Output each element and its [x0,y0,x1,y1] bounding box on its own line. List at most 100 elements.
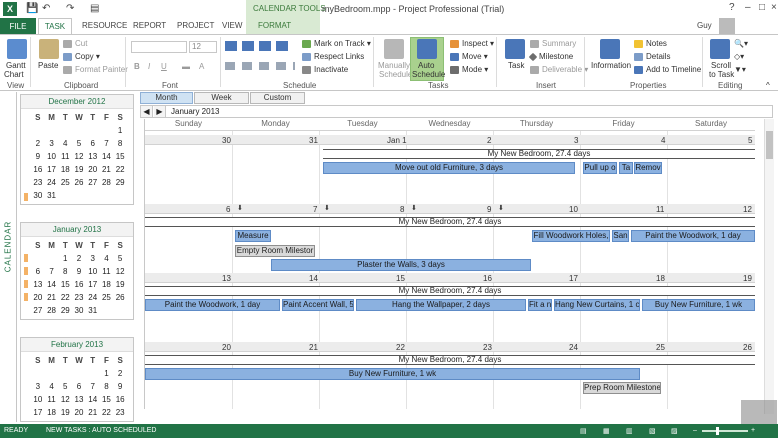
summary-button[interactable]: Summary [530,39,576,48]
clear-icon[interactable]: ◇▾ [734,52,744,61]
vertical-scrollbar[interactable] [764,119,774,414]
mini-calendar-day[interactable]: 21 [45,291,59,304]
mini-calendar-day[interactable]: 6 [86,137,100,150]
mini-calendar-day[interactable]: 4 [45,380,59,393]
collapse-ribbon-icon[interactable]: ^ [766,81,770,90]
scroll-to-task-button-line2[interactable]: to Task [709,70,734,79]
task-bar[interactable]: Buy New Furniture, 1 wk [145,368,640,380]
task-bar[interactable]: San [612,230,629,242]
mini-calendar-day[interactable]: 6 [72,380,86,393]
mini-calendar-day[interactable]: 20 [31,291,45,304]
mini-calendar-day[interactable]: 15 [100,393,114,406]
mini-calendar-day[interactable]: 29 [58,304,72,317]
mini-calendar-day[interactable]: 1 [58,252,72,265]
mini-calendar-day[interactable]: 26 [113,291,127,304]
app-icon[interactable]: X [3,2,17,16]
tab-project[interactable]: PROJECT [177,21,214,30]
gantt-chart-button[interactable]: Gantt [6,61,26,70]
mini-calendar-day[interactable]: 15 [58,278,72,291]
month-view-button[interactable]: Month [140,92,193,104]
mini-calendar-day[interactable]: 11 [100,265,114,278]
mini-calendar-day[interactable]: 22 [58,291,72,304]
details-button[interactable]: Details [634,52,670,61]
mini-calendar-day[interactable]: 12 [72,150,86,163]
mini-calendar-day[interactable]: 17 [86,278,100,291]
mini-calendar-day[interactable]: 17 [45,163,59,176]
tab-file[interactable]: FILE [0,18,36,35]
task-bar[interactable]: Move out old Furniture, 3 days [323,162,575,174]
copy-button[interactable]: Copy ▾ [63,52,100,61]
gantt-view-icon[interactable]: ▤ [580,427,587,435]
information-icon[interactable] [600,39,620,59]
mini-calendar-day[interactable]: 19 [72,163,86,176]
move-button[interactable]: Move ▾ [450,52,488,61]
mini-calendar-day[interactable]: 27 [31,304,45,317]
mini-calendar-day[interactable]: 29 [113,176,127,189]
mini-calendar-day[interactable]: 1 [113,124,127,137]
bold-button[interactable]: B [134,62,140,71]
fill-icon[interactable]: ▼▾ [734,65,746,74]
insert-task-icon[interactable] [505,39,525,59]
task-usage-icon[interactable]: ▦ [603,427,610,435]
font-size-combo[interactable]: 12 [189,41,217,53]
mini-calendar-day[interactable]: 2 [113,367,127,380]
mini-calendar-day[interactable]: 2 [31,137,45,150]
tab-view[interactable]: VIEW [222,21,242,30]
mini-calendar-day[interactable]: 31 [45,189,59,202]
font-name-combo[interactable] [131,41,187,53]
mini-calendar-day[interactable]: 25 [58,176,72,189]
mini-calendar-day[interactable]: 9 [72,265,86,278]
team-planner-icon[interactable]: ▥ [626,427,633,435]
mini-calendar-day[interactable]: 28 [100,176,114,189]
task-bar[interactable]: Measure [235,230,271,242]
link-unlink-buttons[interactable] [225,62,295,70]
mini-calendar-day[interactable]: 16 [113,393,127,406]
zoom-slider[interactable] [702,430,748,432]
mini-calendar-day[interactable]: 5 [72,137,86,150]
task-bar[interactable]: Ta [619,162,633,174]
mini-calendar-day[interactable]: 28 [45,304,59,317]
new-tasks-mode[interactable]: NEW TASKS : AUTO SCHEDULED [46,427,156,434]
scrollbar-thumb[interactable] [766,131,773,159]
next-month-button[interactable]: ▶ [154,106,166,117]
mini-calendar-day[interactable]: 12 [58,393,72,406]
mini-calendar-day[interactable]: 8 [113,137,127,150]
gantt-chart-icon[interactable] [7,39,27,59]
mini-calendar-day[interactable]: 4 [58,137,72,150]
summary-task-bar[interactable]: My New Bedroom, 27.4 days [145,217,755,227]
font-color-icon[interactable]: A [199,62,204,71]
task-bar[interactable]: Hang the Wallpaper, 2 days [356,299,526,311]
italic-button[interactable]: I [148,62,150,71]
mini-calendar-day[interactable]: 24 [86,291,100,304]
zoom-out-icon[interactable]: – [693,427,697,434]
underline-button[interactable]: U [161,62,167,71]
mini-calendar-day[interactable]: 5 [58,380,72,393]
user-name[interactable]: Guy [697,21,712,30]
task-bar[interactable]: Paint the Woodwork, 1 day [631,230,755,242]
format-painter-button[interactable]: Format Painter [63,65,128,74]
inspect-button[interactable]: Inspect ▾ [450,39,494,48]
redo-icon[interactable]: ↷ [66,3,74,14]
add-to-timeline-button[interactable]: Add to Timeline [634,65,701,74]
paste-icon[interactable] [39,39,59,59]
mini-calendar-day[interactable]: 13 [72,393,86,406]
mini-calendar-day[interactable]: 3 [31,380,45,393]
mini-calendar-day[interactable]: 23 [72,291,86,304]
report-icon[interactable]: ▨ [671,427,678,435]
mini-calendar-day[interactable]: 14 [45,278,59,291]
mini-calendar-day[interactable]: 31 [86,304,100,317]
mini-calendar-day[interactable]: 8 [58,265,72,278]
insert-task-button[interactable]: Task [508,61,524,70]
mini-calendar-day[interactable]: 10 [31,393,45,406]
manually-schedule-icon[interactable] [384,39,404,59]
inactivate-button[interactable]: Inactivate [302,65,348,74]
custom-view-button[interactable]: Custom [250,92,305,104]
milestone-button[interactable]: Milestone [528,52,573,62]
mini-calendar-day[interactable]: 13 [31,278,45,291]
mini-calendar-day[interactable]: 7 [100,137,114,150]
information-button[interactable]: Information [591,61,631,70]
paste-button[interactable]: Paste [38,61,58,70]
mini-calendar-day[interactable]: 4 [100,252,114,265]
summary-task-bar[interactable]: My New Bedroom, 27.4 days [323,149,755,159]
mini-calendar-day[interactable]: 10 [45,150,59,163]
